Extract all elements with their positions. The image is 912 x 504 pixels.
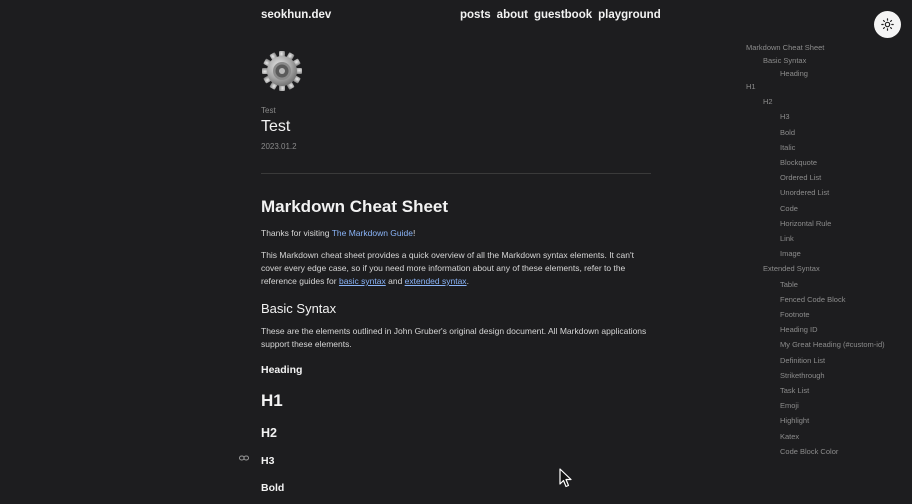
toc-item[interactable]: Markdown Cheat Sheet bbox=[746, 43, 824, 52]
heading-markdown-cheat-sheet: Markdown Cheat Sheet bbox=[261, 197, 449, 216]
mouse-cursor-icon bbox=[559, 468, 572, 488]
toc-item[interactable]: Katex bbox=[780, 432, 799, 441]
gear-icon bbox=[262, 51, 302, 91]
toc-item[interactable]: H2 bbox=[763, 97, 773, 106]
toc-item[interactable]: Fenced Code Block bbox=[780, 295, 845, 304]
main-nav: posts about guestbook playground bbox=[460, 9, 661, 21]
thanks-paragraph: Thanks for visiting The Markdown Guide! bbox=[261, 228, 416, 238]
theme-toggle-button[interactable] bbox=[874, 11, 901, 38]
toc-item[interactable]: Link bbox=[780, 234, 794, 243]
toc-item[interactable]: Bold bbox=[780, 128, 795, 137]
toc-item[interactable]: My Great Heading (#custom-id) bbox=[780, 340, 885, 349]
sun-icon bbox=[881, 18, 894, 31]
toc-item[interactable]: Footnote bbox=[780, 310, 810, 319]
toc-item[interactable]: Emoji bbox=[780, 401, 799, 410]
toc-item[interactable]: Ordered List bbox=[780, 173, 821, 182]
toc-item[interactable]: H3 bbox=[780, 112, 790, 121]
basic-syntax-link[interactable]: basic syntax bbox=[339, 276, 386, 286]
toc-item[interactable]: Definition List bbox=[780, 356, 825, 365]
toc-item[interactable]: Code bbox=[780, 204, 798, 213]
toc-item[interactable]: Heading bbox=[780, 69, 808, 78]
extended-syntax-link[interactable]: extended syntax bbox=[405, 276, 467, 286]
toc-item[interactable]: Unordered List bbox=[780, 188, 829, 197]
toc-item[interactable]: Code Block Color bbox=[780, 447, 838, 456]
link-icon[interactable] bbox=[239, 454, 249, 462]
nav-about[interactable]: about bbox=[497, 9, 528, 21]
heading-basic-syntax: Basic Syntax bbox=[261, 301, 337, 316]
heading-h3-demo: H3 bbox=[261, 455, 275, 467]
toc-item[interactable]: H1 bbox=[746, 82, 756, 91]
site-brand-link[interactable]: seokhun.dev bbox=[261, 9, 331, 21]
toc-item[interactable]: Task List bbox=[780, 386, 809, 395]
heading-h2-demo: H2 bbox=[261, 426, 277, 440]
nav-guestbook[interactable]: guestbook bbox=[534, 9, 592, 21]
toc-item[interactable]: Image bbox=[780, 249, 801, 258]
intro-paragraph: This Markdown cheat sheet provides a qui… bbox=[261, 250, 634, 286]
post-category: Test bbox=[261, 106, 276, 115]
markdown-guide-link[interactable]: The Markdown Guide bbox=[332, 228, 413, 238]
toc-item[interactable]: Table bbox=[780, 280, 798, 289]
toc-item[interactable]: Horizontal Rule bbox=[780, 219, 831, 228]
heading-bold: Bold bbox=[261, 482, 285, 494]
heading-h1-demo: H1 bbox=[261, 391, 283, 410]
toc-item[interactable]: Blockquote bbox=[780, 158, 817, 167]
toc-item[interactable]: Extended Syntax bbox=[763, 264, 820, 273]
post-date: 2023.01.2 bbox=[261, 142, 297, 151]
toc-item[interactable]: Heading ID bbox=[780, 325, 818, 334]
post-title: Test bbox=[261, 118, 291, 135]
nav-posts[interactable]: posts bbox=[460, 9, 491, 21]
basic-syntax-paragraph: These are the elements outlined in John … bbox=[261, 326, 647, 349]
toc-item[interactable]: Strikethrough bbox=[780, 371, 825, 380]
toc-item[interactable]: Basic Syntax bbox=[763, 56, 806, 65]
toc-item[interactable]: Highlight bbox=[780, 416, 809, 425]
heading-heading: Heading bbox=[261, 364, 303, 376]
nav-playground[interactable]: playground bbox=[598, 9, 661, 21]
divider bbox=[261, 173, 651, 174]
toc-item[interactable]: Italic bbox=[780, 143, 795, 152]
